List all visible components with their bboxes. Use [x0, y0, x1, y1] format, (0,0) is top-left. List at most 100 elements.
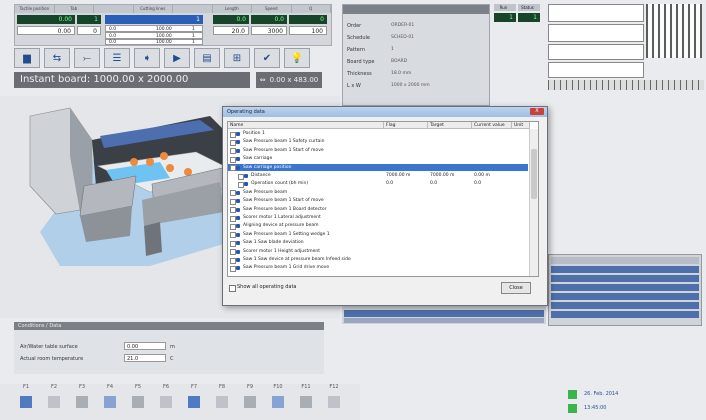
board-icon[interactable]: ▤ — [194, 48, 220, 68]
stack-icon[interactable]: ☰ — [104, 48, 130, 68]
room-temp-field[interactable]: 21.0 — [124, 354, 166, 362]
lightbulb-icon[interactable]: 💡 — [284, 48, 310, 68]
item-icon — [236, 266, 240, 271]
column-name[interactable]: Name — [228, 122, 384, 129]
parts-thumbnail-grid[interactable] — [646, 4, 702, 58]
tree-row[interactable]: Saw carriage — [228, 155, 528, 163]
job-row[interactable] — [344, 318, 544, 323]
function-key-12[interactable]: F12 — [322, 384, 346, 420]
tree-row[interactable]: Saw Pressure beam 1 Start of move — [228, 147, 528, 155]
close-button[interactable]: Close — [501, 282, 531, 294]
value-schedule: SCHED-01 — [391, 35, 415, 40]
machine-icon[interactable]: ▆ — [14, 48, 40, 68]
dialog-close-button[interactable]: X — [530, 108, 544, 115]
tree-row[interactable]: Saw Pressure beam 1 Start of move — [228, 197, 528, 205]
function-key-6[interactable]: F6 — [154, 384, 178, 420]
forward-icon[interactable]: ➧ — [134, 48, 160, 68]
board-banner: Instant board: 1000.00 x 2000.00 — [14, 72, 250, 88]
value-board-type: BOARD — [391, 59, 408, 64]
tree-row[interactable]: Operation count (bh min) 0.0 0.0 0.0 — [228, 180, 528, 188]
function-key-7[interactable]: F7 — [182, 384, 206, 420]
job-row[interactable] — [551, 311, 699, 318]
label-order: Order — [347, 23, 362, 29]
function-key-4[interactable]: F4 — [98, 384, 122, 420]
cutting-line-row-2[interactable]: 0.0 100.00 1 — [105, 32, 203, 39]
function-key-icon — [328, 396, 340, 408]
job-row-selected[interactable] — [344, 310, 544, 317]
run-header: Run — [494, 4, 516, 11]
tree-row[interactable]: Saw carriage position — [228, 163, 528, 172]
speed-input[interactable]: 3000 — [251, 26, 287, 35]
function-key-5[interactable]: F5 — [126, 384, 150, 420]
tree-row[interactable]: Distance 7000.00 m 7000.00 m 0.00 m — [228, 172, 528, 180]
cutting-line-row-3[interactable]: 0.0 100.00 1 — [105, 39, 203, 45]
function-key-9[interactable]: F9 — [238, 384, 262, 420]
column-target[interactable]: Target — [428, 122, 472, 129]
preview-3[interactable] — [548, 44, 644, 60]
item-icon — [236, 157, 240, 162]
play-icon[interactable]: ▶ — [164, 48, 190, 68]
column-flag[interactable]: Flag — [384, 122, 428, 129]
tree-row[interactable]: Saw Pressure beam 1 Setting wedge 1 — [228, 231, 528, 239]
tree-row[interactable]: Saw Pressure beam — [228, 189, 528, 197]
item-icon — [236, 165, 240, 170]
status-header: Status — [518, 4, 540, 11]
function-key-8[interactable]: F8 — [210, 384, 234, 420]
header-empty — [94, 5, 134, 13]
tactile-input[interactable]: 0.00 — [17, 26, 75, 35]
preview-1[interactable] — [548, 4, 644, 22]
tree-row[interactable]: Saw 1 Saw device at pressure beam Infeed… — [228, 256, 528, 264]
function-key-icon — [160, 396, 172, 408]
value-size: 1000 x 2000 mm — [391, 83, 430, 88]
grid-icon[interactable]: ⊞ — [224, 48, 250, 68]
tree-row[interactable]: Scorer motor 1 Height adjustment — [228, 248, 528, 256]
function-key-label: F4 — [106, 384, 114, 390]
dialog-scrollbar[interactable] — [529, 129, 538, 276]
tree-row[interactable]: Scorer motor 1 Lateral adjustment — [228, 214, 528, 222]
column-unit[interactable]: Unit — [512, 122, 530, 129]
tree-row[interactable]: Saw Pressure beam 1 Grid drive move — [228, 264, 528, 272]
function-key-icon — [216, 396, 228, 408]
tree-row[interactable]: Position 1 — [228, 130, 528, 138]
air-water-field[interactable]: 0.00 — [124, 342, 166, 350]
preview-2[interactable] — [548, 24, 644, 42]
function-key-2[interactable]: F2 — [42, 384, 66, 420]
function-key-icon — [272, 396, 284, 408]
cutting-line-selected[interactable]: 1 — [105, 15, 203, 24]
show-all-checkbox[interactable] — [229, 285, 236, 292]
function-key-icon — [132, 396, 144, 408]
status-value: 1 — [518, 13, 540, 22]
job-list-table — [548, 254, 702, 326]
function-key-3[interactable]: F3 — [70, 384, 94, 420]
job-row[interactable] — [551, 266, 699, 273]
function-key-1[interactable]: F1 — [14, 384, 38, 420]
job-row[interactable] — [551, 293, 699, 300]
tab-input[interactable]: 0 — [77, 26, 101, 35]
operating-data-dialog: Operating data X Name Flag Target Curren… — [222, 106, 548, 306]
function-key-11[interactable]: F11 — [294, 384, 318, 420]
item-icon — [236, 207, 240, 212]
header-cutting-lines: Cutting lines — [134, 5, 173, 13]
job-row[interactable] — [551, 275, 699, 282]
value-order: ORDER-01 — [391, 23, 415, 28]
job-row[interactable] — [551, 302, 699, 309]
tree-row[interactable]: Saw Pressure beam 1 Safety curtain — [228, 138, 528, 146]
column-current[interactable]: Current value — [472, 122, 512, 129]
tree-row[interactable]: Saw 1 Saw blade deviation — [228, 239, 528, 247]
check-icon[interactable]: ✔ — [254, 48, 280, 68]
row-label: Saw Pressure beam 1 Start of move — [243, 198, 324, 204]
function-key-label: F8 — [218, 384, 226, 390]
split-icon[interactable]: ⤚ — [74, 48, 100, 68]
cutting-line-row-1[interactable]: 0.0 100.00 1 — [105, 25, 203, 32]
job-row[interactable] — [551, 284, 699, 291]
length-input[interactable]: 20.0 — [213, 26, 249, 35]
scroll-thumb[interactable] — [531, 149, 537, 199]
tree-row[interactable]: Saw Pressure beam 1 Board detector — [228, 206, 528, 214]
q-input[interactable]: 100 — [289, 26, 327, 35]
status-area: 26. Feb. 2014 13:45:00 — [568, 388, 698, 418]
run-status-cells: Run Status 1 1 — [494, 4, 542, 44]
tree-row[interactable]: Aligning device at pressure beam — [228, 222, 528, 230]
preview-4[interactable] — [548, 62, 644, 78]
transfer-icon[interactable]: ⇆ — [44, 48, 70, 68]
function-key-10[interactable]: F10 — [266, 384, 290, 420]
